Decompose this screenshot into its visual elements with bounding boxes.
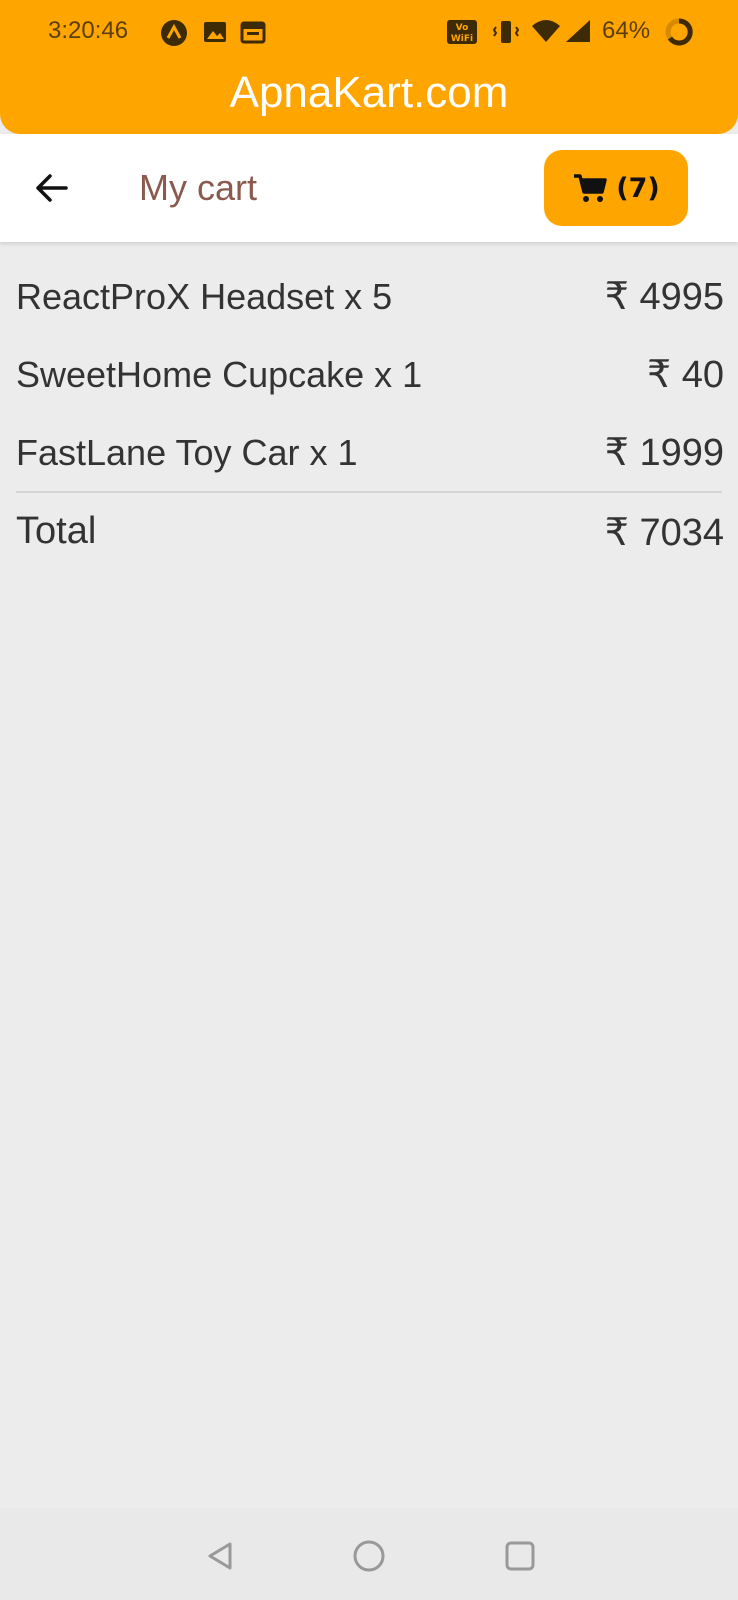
status-bar: 3:20:46 Vo WiFi 64%	[0, 0, 738, 64]
battery-percent: 64%	[602, 17, 651, 44]
app-title: ApnaKart.com	[229, 68, 509, 117]
system-nav-bar	[0, 1508, 738, 1600]
back-button[interactable]	[30, 168, 78, 208]
item-name: FastLane Toy Car x 1	[16, 432, 358, 473]
cart-item-row: FastLane Toy Car x 1 ₹ 1999	[0, 414, 738, 492]
circle-home-icon	[353, 1540, 385, 1572]
svg-text:Vo: Vo	[456, 23, 469, 33]
cart-button[interactable]: (7)	[544, 150, 688, 226]
shopping-cart-icon	[574, 174, 608, 202]
total-row: Total ₹ 7034	[0, 510, 738, 570]
battery-ring-icon	[664, 17, 694, 52]
vibrate-icon	[492, 19, 520, 50]
app-notification-icon	[160, 19, 188, 52]
cart-item-list: ReactProX Headset x 5 ₹ 4995 SweetHome C…	[0, 258, 738, 492]
signal-icon	[564, 18, 592, 49]
svg-text:WiFi: WiFi	[451, 34, 473, 44]
cart-toolbar: My cart (7)	[0, 134, 738, 242]
triangle-back-icon	[208, 1542, 232, 1570]
arrow-left-icon	[36, 174, 68, 202]
page-title: My cart	[139, 167, 258, 208]
item-name: ReactProX Headset x 5	[16, 276, 393, 317]
total-divider	[16, 491, 722, 493]
wifi-icon	[530, 18, 562, 49]
square-recents-icon	[505, 1541, 535, 1571]
nav-home-button[interactable]	[349, 1536, 389, 1576]
app-header: 3:20:46 Vo WiFi 64% ApnaKart.com	[0, 0, 738, 134]
vowifi-icon: Vo WiFi	[446, 19, 478, 50]
nav-recents-button[interactable]	[500, 1536, 540, 1576]
item-price: ₹ 1999	[604, 432, 724, 474]
image-notification-icon	[202, 19, 228, 50]
cart-item-row: ReactProX Headset x 5 ₹ 4995	[0, 258, 738, 336]
item-price: ₹ 40	[646, 354, 724, 396]
nav-back-button[interactable]	[200, 1536, 240, 1576]
item-price: ₹ 4995	[604, 276, 724, 318]
total-amount: ₹ 7034	[604, 512, 724, 554]
item-name: SweetHome Cupcake x 1	[16, 354, 423, 395]
cart-item-row: SweetHome Cupcake x 1 ₹ 40	[0, 336, 738, 414]
status-time: 3:20:46	[48, 17, 129, 44]
calendar-notification-icon	[240, 19, 266, 50]
cart-count: (7)	[616, 172, 660, 204]
total-label: Total	[16, 510, 97, 552]
